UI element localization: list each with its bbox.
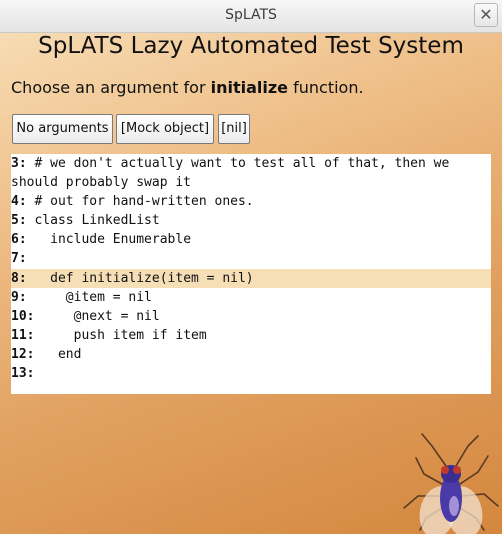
code-line-highlighted: 8: def initialize(item = nil)	[11, 269, 491, 288]
line-text: def initialize(item = nil)	[26, 271, 254, 286]
code-line: 13:	[11, 364, 491, 383]
mock-object-button[interactable]: [Mock object]	[116, 114, 214, 144]
code-line: 12: end	[11, 345, 491, 364]
no-arguments-button[interactable]: No arguments	[12, 114, 113, 144]
code-line: should probably swap it	[11, 173, 491, 192]
prompt-function-name: initialize	[210, 78, 289, 97]
line-number: 10:	[11, 309, 35, 324]
line-text: include Enumerable	[26, 232, 192, 247]
line-text: should probably swap it	[11, 175, 192, 190]
code-line: 3: # we don't actually want to test all …	[11, 154, 491, 173]
line-text: end	[34, 347, 82, 362]
fly-mascot-icon	[403, 433, 499, 534]
window-titlebar: SpLATS ✕	[0, 0, 502, 33]
close-icon: ✕	[479, 5, 493, 24]
line-number: 4:	[11, 194, 27, 209]
source-code-view: 3: # we don't actually want to test all …	[11, 154, 491, 394]
nil-button[interactable]: [nil]	[218, 114, 250, 144]
code-line: 5: class LinkedList	[11, 211, 491, 230]
code-line: 11: push item if item	[11, 326, 491, 345]
line-number: 11:	[11, 328, 35, 343]
line-number: 3:	[11, 156, 27, 171]
line-text: @item = nil	[26, 290, 152, 305]
line-text: @next = nil	[34, 309, 160, 324]
line-number: 5:	[11, 213, 27, 228]
line-text: class LinkedList	[26, 213, 160, 228]
line-number: 8:	[11, 271, 27, 286]
line-number: 9:	[11, 290, 27, 305]
line-text: push item if item	[34, 328, 207, 343]
main-content: SpLATS Lazy Automated Test System Choose…	[0, 33, 502, 534]
argument-prompt: Choose an argument for initialize functi…	[11, 78, 364, 97]
code-line: 7:	[11, 249, 491, 268]
line-number: 6:	[11, 232, 27, 247]
app-heading: SpLATS Lazy Automated Test System	[38, 33, 464, 59]
line-text: # out for hand-written ones.	[26, 194, 254, 209]
prompt-suffix: function.	[288, 78, 364, 97]
close-button[interactable]: ✕	[474, 3, 498, 27]
code-line: 4: # out for hand-written ones.	[11, 192, 491, 211]
line-text: # we don't actually want to test all of …	[26, 156, 450, 171]
prompt-prefix: Choose an argument for	[11, 78, 211, 97]
line-number: 12:	[11, 347, 35, 362]
line-number: 13:	[11, 366, 35, 381]
line-number: 7:	[11, 251, 27, 266]
code-line: 9: @item = nil	[11, 288, 491, 307]
window-title: SpLATS	[225, 7, 277, 23]
code-line: 6: include Enumerable	[11, 230, 491, 249]
code-line: 10: @next = nil	[11, 307, 491, 326]
